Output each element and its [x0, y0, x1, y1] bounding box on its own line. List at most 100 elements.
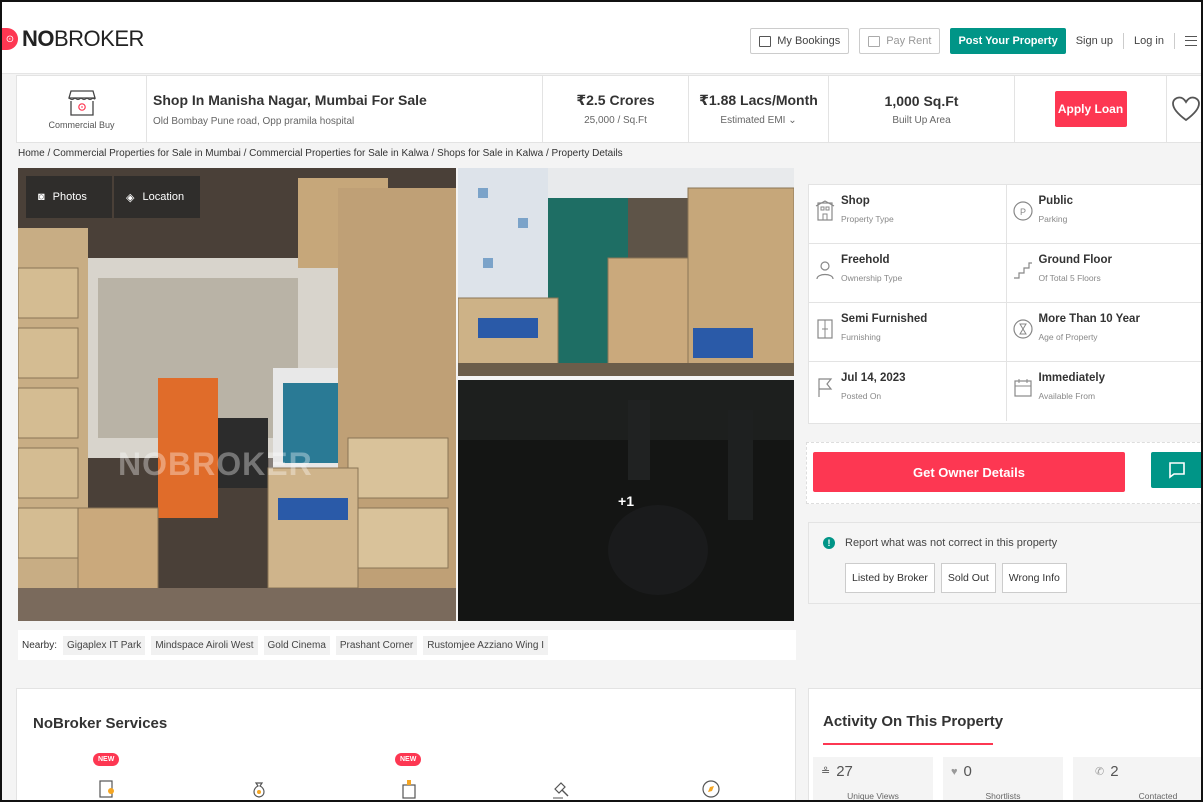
emi-block[interactable]: ₹1.88 Lacs/Month Estimated EMI ⌄	[689, 76, 829, 142]
money-bag-icon[interactable]	[249, 779, 269, 799]
header-nav: My Bookings Pay Rent Post Your Property …	[750, 28, 1197, 54]
phone-icon: ✆	[1095, 766, 1105, 778]
top-navbar: ⊙ NOBROKER My Bookings Pay Rent Post You…	[2, 2, 1201, 74]
login-link[interactable]: Log in	[1134, 35, 1164, 47]
chat-icon	[1169, 462, 1185, 479]
details-row: Shop Property Type P Public Parking	[809, 185, 1202, 244]
details-row: Semi Furnished Furnishing More Than 10 Ye…	[809, 303, 1202, 362]
bookings-icon	[759, 35, 772, 47]
building-icon	[815, 200, 835, 221]
detail-posted-on: Jul 14, 2023 Posted On	[809, 362, 1007, 421]
nearby-chip[interactable]: Prashant Corner	[335, 635, 418, 655]
area-label: Built Up Area	[892, 114, 951, 126]
report-text: Report what was not correct in this prop…	[845, 537, 1058, 549]
legal-gavel-icon[interactable]	[551, 779, 571, 799]
details-row: Freehold Ownership Type Ground Floor Of To…	[809, 244, 1202, 303]
price-block: ₹2.5 Crores 25,000 / Sq.Ft	[543, 76, 689, 142]
building-service-icon[interactable]	[399, 779, 419, 799]
boxes-photo	[458, 168, 794, 376]
new-badge: NEW	[395, 753, 422, 766]
detail-floor: Ground Floor Of Total 5 Floors	[1007, 244, 1202, 302]
detail-age: More Than 10 Year Age of Property	[1007, 303, 1202, 361]
location-button[interactable]: ◈ Location	[114, 176, 200, 218]
camera-icon: ◙	[38, 191, 45, 203]
detail-furnishing: Semi Furnished Furnishing	[809, 303, 1007, 361]
detail-available-from: Immediately Available From	[1007, 362, 1202, 421]
report-sold-out[interactable]: Sold Out	[940, 563, 996, 593]
flag-icon	[818, 378, 833, 397]
title-underline	[823, 743, 993, 745]
report-options: Listed by Broker Sold Out Wrong Info	[845, 563, 1067, 593]
parking-icon: P	[1012, 201, 1033, 221]
detail-parking: P Public Parking	[1007, 185, 1202, 243]
my-bookings-button[interactable]: My Bookings	[750, 28, 850, 54]
secondary-photo[interactable]	[458, 168, 794, 376]
services-title: NoBroker Services	[33, 715, 168, 732]
photos-button[interactable]: ◙ Photos	[26, 176, 112, 218]
shop-icon	[67, 90, 96, 116]
property-summary-bar: Commercial Buy Shop In Manisha Nagar, Mu…	[16, 75, 1201, 143]
property-details-grid: Shop Property Type P Public Parking Freeho…	[808, 184, 1202, 424]
more-photos-tile[interactable]: +1	[458, 380, 794, 621]
property-category: Commercial Buy	[17, 76, 147, 142]
details-row: Jul 14, 2023 Posted On Immediately Availab…	[809, 362, 1202, 421]
nearby-chip[interactable]: Gigaplex IT Park	[63, 635, 146, 655]
area-value: 1,000 Sq.Ft	[884, 92, 959, 109]
price-per-sqft: 25,000 / Sq.Ft	[584, 115, 647, 126]
nearby-chip[interactable]: Rustomjee Azziano Wing I	[423, 635, 548, 655]
shop-interior-photo	[18, 168, 456, 621]
main-photo[interactable]: NOBROKER ◙ Photos ◈ Location	[18, 168, 456, 621]
shortlist-block	[1167, 76, 1201, 142]
activity-panel: Activity On This Property ≗ 27 Unique Vie…	[808, 688, 1201, 800]
emi-value: ₹1.88 Lacs/Month	[699, 92, 818, 108]
svg-text:P: P	[1020, 207, 1026, 217]
logo-pin-icon: ⊙	[2, 28, 18, 50]
furnishing-icon	[817, 319, 833, 339]
owner-contact-box: Get Owner Details	[806, 442, 1201, 504]
activity-title: Activity On This Property	[823, 713, 1004, 730]
get-owner-details-button[interactable]: Get Owner Details	[813, 452, 1125, 492]
heart-filled-icon: ♥	[951, 765, 958, 778]
stat-contacted: ✆ 2 Contacted	[1073, 757, 1201, 800]
report-listed-by-broker[interactable]: Listed by Broker	[845, 563, 935, 593]
report-box: ! Report what was not correct in this pr…	[808, 522, 1201, 604]
report-wrong-info[interactable]: Wrong Info	[1001, 563, 1067, 593]
nearby-chip[interactable]: Gold Cinema	[263, 635, 330, 655]
hamburger-menu-icon[interactable]	[1185, 36, 1197, 46]
breadcrumb[interactable]: Home / Commercial Properties for Sale in…	[18, 148, 623, 159]
detail-ownership: Freehold Ownership Type	[809, 244, 1007, 302]
compass-service-icon[interactable]	[701, 779, 721, 799]
apply-loan-block: Apply Loan	[1015, 76, 1167, 142]
nearby-label: Nearby:	[22, 639, 58, 651]
photo-gallery[interactable]: NOBROKER ◙ Photos ◈ Location +1	[18, 168, 794, 621]
people-icon: ≗	[821, 766, 831, 778]
more-photos-count: +1	[618, 492, 634, 509]
calendar-icon	[1013, 379, 1032, 397]
nav-divider	[1174, 33, 1175, 49]
location-icon: ◈	[126, 191, 135, 204]
pay-rent-button[interactable]: Pay Rent	[859, 28, 941, 54]
owner-icon	[816, 261, 834, 280]
post-property-button[interactable]: Post Your Property	[950, 28, 1066, 54]
chat-button[interactable]	[1151, 452, 1201, 488]
stairs-icon	[1013, 262, 1032, 279]
stat-unique-views: ≗ 27 Unique Views	[813, 757, 933, 800]
info-icon: !	[823, 537, 835, 549]
document-service-icon[interactable]	[97, 779, 117, 799]
nobroker-services: NoBroker Services NEW NEW	[16, 688, 796, 800]
signup-link[interactable]: Sign up	[1076, 35, 1113, 47]
property-title-block: Shop In Manisha Nagar, Mumbai For Sale O…	[147, 76, 543, 142]
nobroker-logo[interactable]: ⊙ NOBROKER	[2, 26, 144, 52]
stat-shortlists: ♥ 0 Shortlists	[943, 757, 1063, 800]
property-price: ₹2.5 Crores	[576, 92, 655, 108]
card-icon	[868, 35, 881, 47]
watermark: NOBROKER	[118, 446, 313, 482]
new-badge: NEW	[93, 753, 120, 766]
apply-loan-button[interactable]: Apply Loan	[1054, 91, 1127, 127]
emi-dropdown[interactable]: Estimated EMI ⌄	[720, 115, 796, 126]
page-frame: ⊙ NOBROKER My Bookings Pay Rent Post You…	[0, 0, 1203, 802]
heart-icon[interactable]	[1171, 95, 1201, 123]
nearby-places: Nearby: Gigaplex IT Park Mindspace Airol…	[18, 630, 796, 660]
nearby-chip[interactable]: Mindspace Airoli West	[151, 635, 258, 655]
area-block: 1,000 Sq.Ft Built Up Area	[829, 76, 1015, 142]
